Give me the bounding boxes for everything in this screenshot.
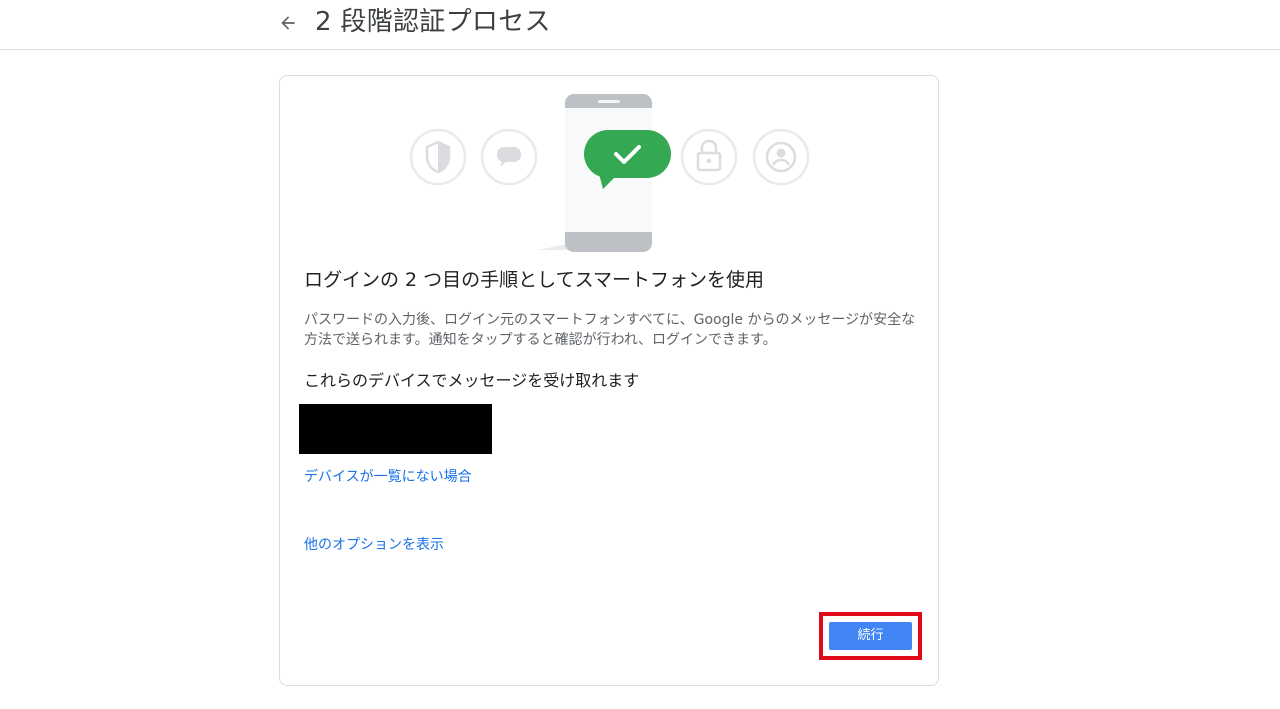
back-button[interactable] [274,9,302,37]
more-options-link[interactable]: 他のオプションを表示 [304,535,444,555]
device-not-listed-link[interactable]: デバイスが一覧にない場合 [304,467,472,487]
redacted-device-list [299,404,492,454]
phone-illustration [409,94,810,252]
continue-highlight-box: 続行 [819,612,922,660]
card-description: パスワードの入力後、ログイン元のスマートフォンすべてに、Google からのメッ… [304,312,916,348]
top-bar: 2 段階認証プロセス [0,0,1280,50]
shield-icon [409,128,467,186]
chat-icon [480,128,538,186]
arrow-back-icon [281,16,295,30]
devices-heading: これらのデバイスでメッセージを受け取れます [304,371,640,390]
continue-button[interactable]: 続行 [829,622,912,650]
verification-card: ログインの 2 つ目の手順としてスマートフォンを使用 パスワードの入力後、ログイ… [279,75,939,686]
page: 2 段階認証プロセス ログインの 2 つ目の手順としてスマートフォンを使用 パス… [0,0,1280,709]
account-icon [752,128,810,186]
page-title: 2 段階認証プロセス [315,7,551,37]
lock-icon [680,128,738,186]
card-heading: ログインの 2 つ目の手順としてスマートフォンを使用 [304,269,765,291]
